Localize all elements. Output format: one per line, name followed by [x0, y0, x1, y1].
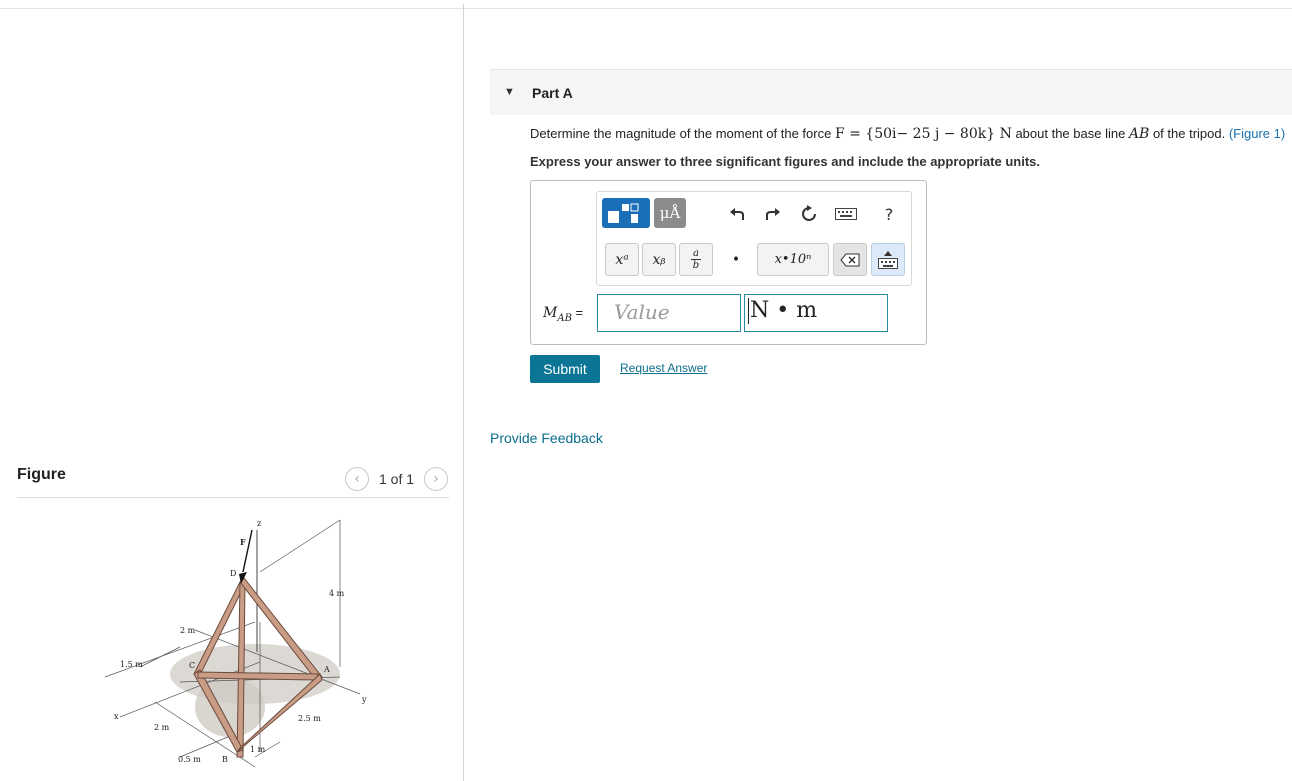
dot-button[interactable]: •: [719, 243, 753, 276]
figure-divider: [17, 497, 449, 498]
instruction-text: Express your answer to three significant…: [530, 154, 1040, 169]
label-D: D: [230, 569, 236, 578]
chevron-left-icon[interactable]: ‹: [345, 467, 369, 491]
figure-counter: 1 of 1: [379, 471, 415, 487]
chevron-right-icon[interactable]: ›: [424, 467, 449, 491]
label-2-5m: 2.5 m: [298, 714, 321, 723]
templates-icon: [608, 203, 639, 223]
answer-box: μÅ ? xᵃ xᵦ a b • x•10ⁿ MAB = Value N • m: [530, 180, 927, 345]
redo-icon[interactable]: [761, 202, 785, 226]
sci-notation-button[interactable]: x•10ⁿ: [757, 243, 829, 276]
figure-title: Figure: [17, 466, 66, 483]
panel-divider: [463, 4, 464, 781]
label-y: y: [361, 695, 367, 704]
answer-subscript: AB: [557, 312, 572, 324]
backspace-icon[interactable]: [833, 243, 867, 276]
part-label: Part A: [532, 85, 573, 101]
text-caret: [748, 298, 749, 324]
reset-icon[interactable]: [797, 202, 821, 226]
units-button[interactable]: μÅ: [654, 198, 686, 228]
subscript-button[interactable]: xᵦ: [642, 243, 676, 276]
answer-label: MAB =: [543, 305, 583, 324]
keyboard-icon[interactable]: [833, 202, 859, 226]
request-answer-link[interactable]: Request Answer: [620, 361, 707, 375]
question-suffix: of the tripod.: [1149, 126, 1229, 141]
label-z: z: [257, 519, 261, 528]
caret-down-icon[interactable]: ▼: [504, 86, 515, 98]
label-A: A: [323, 665, 330, 674]
label-x: x: [114, 712, 119, 721]
units-value: N • m: [750, 298, 818, 323]
part-header[interactable]: ▼ Part A: [490, 69, 1292, 115]
submit-button[interactable]: Submit: [530, 355, 600, 383]
fraction-button[interactable]: a b: [679, 243, 713, 276]
figure-link[interactable]: (Figure 1): [1229, 126, 1285, 141]
question-text: Determine the magnitude of the moment of…: [530, 126, 1285, 142]
label-C: C: [189, 661, 195, 670]
fraction-numerator: a: [691, 248, 701, 260]
help-button[interactable]: ?: [877, 202, 901, 226]
value-input[interactable]: Value: [597, 294, 741, 332]
equals-sign: =: [571, 305, 584, 320]
label-F: F: [240, 537, 246, 547]
question-middle: about the base line: [1011, 126, 1129, 141]
label-0-5m: 0.5 m: [178, 755, 201, 764]
answer-variable: M: [543, 305, 558, 321]
keyboard-toggle-icon[interactable]: [871, 243, 905, 276]
undo-icon[interactable]: [725, 202, 749, 226]
label-2m-top: 2 m: [180, 626, 196, 635]
label-1-5m: 1.5 m: [120, 660, 143, 669]
superscript-button[interactable]: xᵃ: [605, 243, 639, 276]
figure-pager: ‹ 1 of 1 ›: [345, 467, 449, 491]
label-4m: 4 m: [329, 589, 345, 598]
question-prefix: Determine the magnitude of the moment of…: [530, 126, 835, 141]
top-border: [0, 8, 1292, 9]
label-B: B: [222, 755, 228, 764]
provide-feedback-link[interactable]: Provide Feedback: [490, 430, 603, 446]
label-1m: 1 m: [250, 745, 266, 754]
base-line: AB: [1128, 126, 1150, 142]
templates-button[interactable]: [602, 198, 650, 228]
tripod-figure: z F D C A B x y 4 m 2 m 1.5 m 2 m 0.5 m …: [104, 519, 367, 768]
label-2m-bottom: 2 m: [154, 723, 170, 732]
units-input[interactable]: N • m: [744, 294, 888, 332]
fraction-denominator: b: [692, 260, 700, 271]
force-expression: F = {50i− 25 j − 80k} N: [834, 126, 1012, 142]
math-toolbar: μÅ ? xᵃ xᵦ a b • x•10ⁿ: [596, 191, 912, 286]
